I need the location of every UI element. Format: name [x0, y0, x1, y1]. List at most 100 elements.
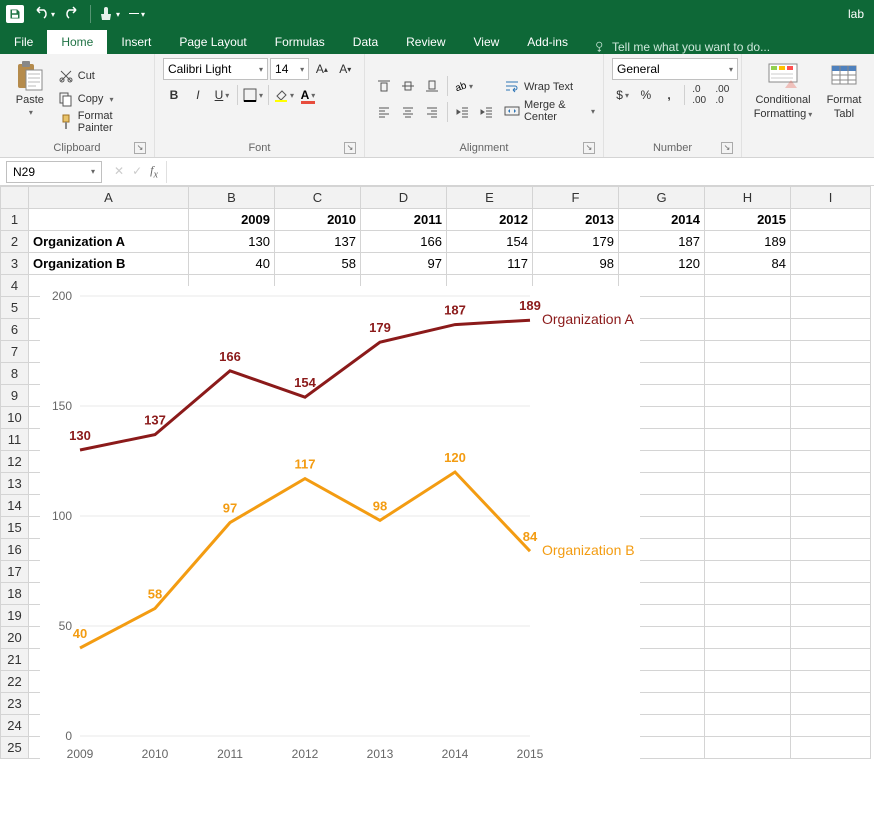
cell[interactable] — [705, 649, 791, 671]
row-header[interactable]: 7 — [1, 341, 29, 363]
cell[interactable] — [791, 693, 871, 715]
cell[interactable] — [705, 737, 791, 759]
row-header[interactable]: 18 — [1, 583, 29, 605]
cell[interactable] — [791, 495, 871, 517]
underline-button[interactable]: U▾ — [211, 84, 233, 106]
cell[interactable] — [791, 539, 871, 561]
save-button[interactable] — [6, 5, 24, 23]
percent-format-button[interactable]: % — [635, 84, 656, 106]
col-header[interactable]: D — [361, 187, 447, 209]
cell[interactable] — [791, 319, 871, 341]
col-header[interactable]: B — [189, 187, 275, 209]
wrap-text-button[interactable]: Wrap Text — [504, 77, 595, 97]
align-bottom-button[interactable] — [421, 75, 443, 97]
cell[interactable] — [791, 363, 871, 385]
dialog-launcher-icon[interactable]: ↘ — [134, 142, 146, 154]
border-button[interactable]: ▾ — [242, 84, 264, 106]
row-header[interactable]: 8 — [1, 363, 29, 385]
touch-mode-button[interactable]: ▾ — [97, 2, 121, 26]
row-header[interactable]: 25 — [1, 737, 29, 759]
cell[interactable]: Organization A — [29, 231, 189, 253]
row-header[interactable]: 21 — [1, 649, 29, 671]
cell[interactable] — [791, 451, 871, 473]
cell[interactable] — [791, 627, 871, 649]
cell[interactable] — [791, 385, 871, 407]
decrease-decimal-button[interactable]: .00.0 — [712, 84, 733, 106]
row-header[interactable]: 17 — [1, 561, 29, 583]
row-header[interactable]: 2 — [1, 231, 29, 253]
col-header[interactable]: I — [791, 187, 871, 209]
dialog-launcher-icon[interactable]: ↘ — [344, 142, 356, 154]
row-header[interactable]: 19 — [1, 605, 29, 627]
name-box[interactable]: N29▾ — [6, 161, 102, 183]
row-header[interactable]: 20 — [1, 627, 29, 649]
accounting-format-button[interactable]: $▾ — [612, 84, 633, 106]
cell[interactable] — [791, 561, 871, 583]
cell[interactable] — [791, 583, 871, 605]
decrease-font-button[interactable]: A▾ — [335, 58, 356, 80]
cell[interactable] — [791, 649, 871, 671]
tab-formulas[interactable]: Formulas — [261, 30, 339, 54]
cell[interactable] — [791, 737, 871, 759]
font-color-button[interactable]: A▾ — [297, 84, 319, 106]
cell[interactable] — [705, 561, 791, 583]
cell[interactable]: Organization B — [29, 253, 189, 275]
cell[interactable] — [791, 209, 871, 231]
row-header[interactable]: 24 — [1, 715, 29, 737]
fx-icon[interactable]: fx — [150, 163, 158, 180]
cell[interactable]: 2015 — [705, 209, 791, 231]
select-all-corner[interactable] — [1, 187, 29, 209]
col-header[interactable]: F — [533, 187, 619, 209]
cell[interactable] — [791, 429, 871, 451]
row-header[interactable]: 1 — [1, 209, 29, 231]
cell[interactable] — [29, 209, 189, 231]
cell[interactable]: 137 — [275, 231, 361, 253]
dialog-launcher-icon[interactable]: ↘ — [721, 142, 733, 154]
cell[interactable]: 2010 — [275, 209, 361, 231]
format-as-table-button[interactable]: Format Tabl — [822, 58, 866, 140]
increase-font-button[interactable]: A▴ — [311, 58, 332, 80]
fill-color-button[interactable]: ▾ — [273, 84, 295, 106]
tab-insert[interactable]: Insert — [107, 30, 165, 54]
font-size-combo[interactable]: 14▾ — [270, 58, 309, 80]
row-header[interactable]: 6 — [1, 319, 29, 341]
col-header[interactable]: E — [447, 187, 533, 209]
cell[interactable] — [705, 451, 791, 473]
cell[interactable] — [705, 715, 791, 737]
cell[interactable] — [791, 473, 871, 495]
enter-formula-icon[interactable]: ✓ — [132, 164, 142, 178]
cell[interactable] — [705, 627, 791, 649]
row-header[interactable]: 5 — [1, 297, 29, 319]
line-chart[interactable]: 0501001502002009201020112012201320142015… — [40, 286, 640, 766]
cell[interactable]: 166 — [361, 231, 447, 253]
cell[interactable] — [705, 363, 791, 385]
cell[interactable]: 2013 — [533, 209, 619, 231]
cell[interactable]: 2011 — [361, 209, 447, 231]
row-header[interactable]: 3 — [1, 253, 29, 275]
row-header[interactable]: 11 — [1, 429, 29, 451]
align-center-button[interactable] — [397, 101, 419, 123]
cell[interactable]: 2012 — [447, 209, 533, 231]
cell[interactable]: 2009 — [189, 209, 275, 231]
row-header[interactable]: 14 — [1, 495, 29, 517]
cell[interactable]: 130 — [189, 231, 275, 253]
decrease-indent-button[interactable] — [452, 101, 474, 123]
cell[interactable] — [791, 715, 871, 737]
align-middle-button[interactable] — [397, 75, 419, 97]
paste-button[interactable]: Paste ▾ — [8, 58, 52, 140]
conditional-formatting-button[interactable]: Conditional Formatting▾ — [750, 58, 816, 140]
worksheet-grid[interactable]: A B C D E F G H I 1200920102011201220132… — [0, 186, 874, 759]
qat-customize-button[interactable]: ▾ — [125, 2, 149, 26]
cell[interactable]: 179 — [533, 231, 619, 253]
cell[interactable]: 58 — [275, 253, 361, 275]
cell[interactable] — [705, 407, 791, 429]
tab-view[interactable]: View — [460, 30, 514, 54]
tab-file[interactable]: File — [0, 30, 47, 54]
cell[interactable] — [791, 407, 871, 429]
cell[interactable] — [705, 341, 791, 363]
cell[interactable] — [791, 297, 871, 319]
orientation-button[interactable]: ab▾ — [452, 75, 474, 97]
font-name-combo[interactable]: Calibri Light▾ — [163, 58, 268, 80]
tab-data[interactable]: Data — [339, 30, 392, 54]
increase-indent-button[interactable] — [476, 101, 498, 123]
